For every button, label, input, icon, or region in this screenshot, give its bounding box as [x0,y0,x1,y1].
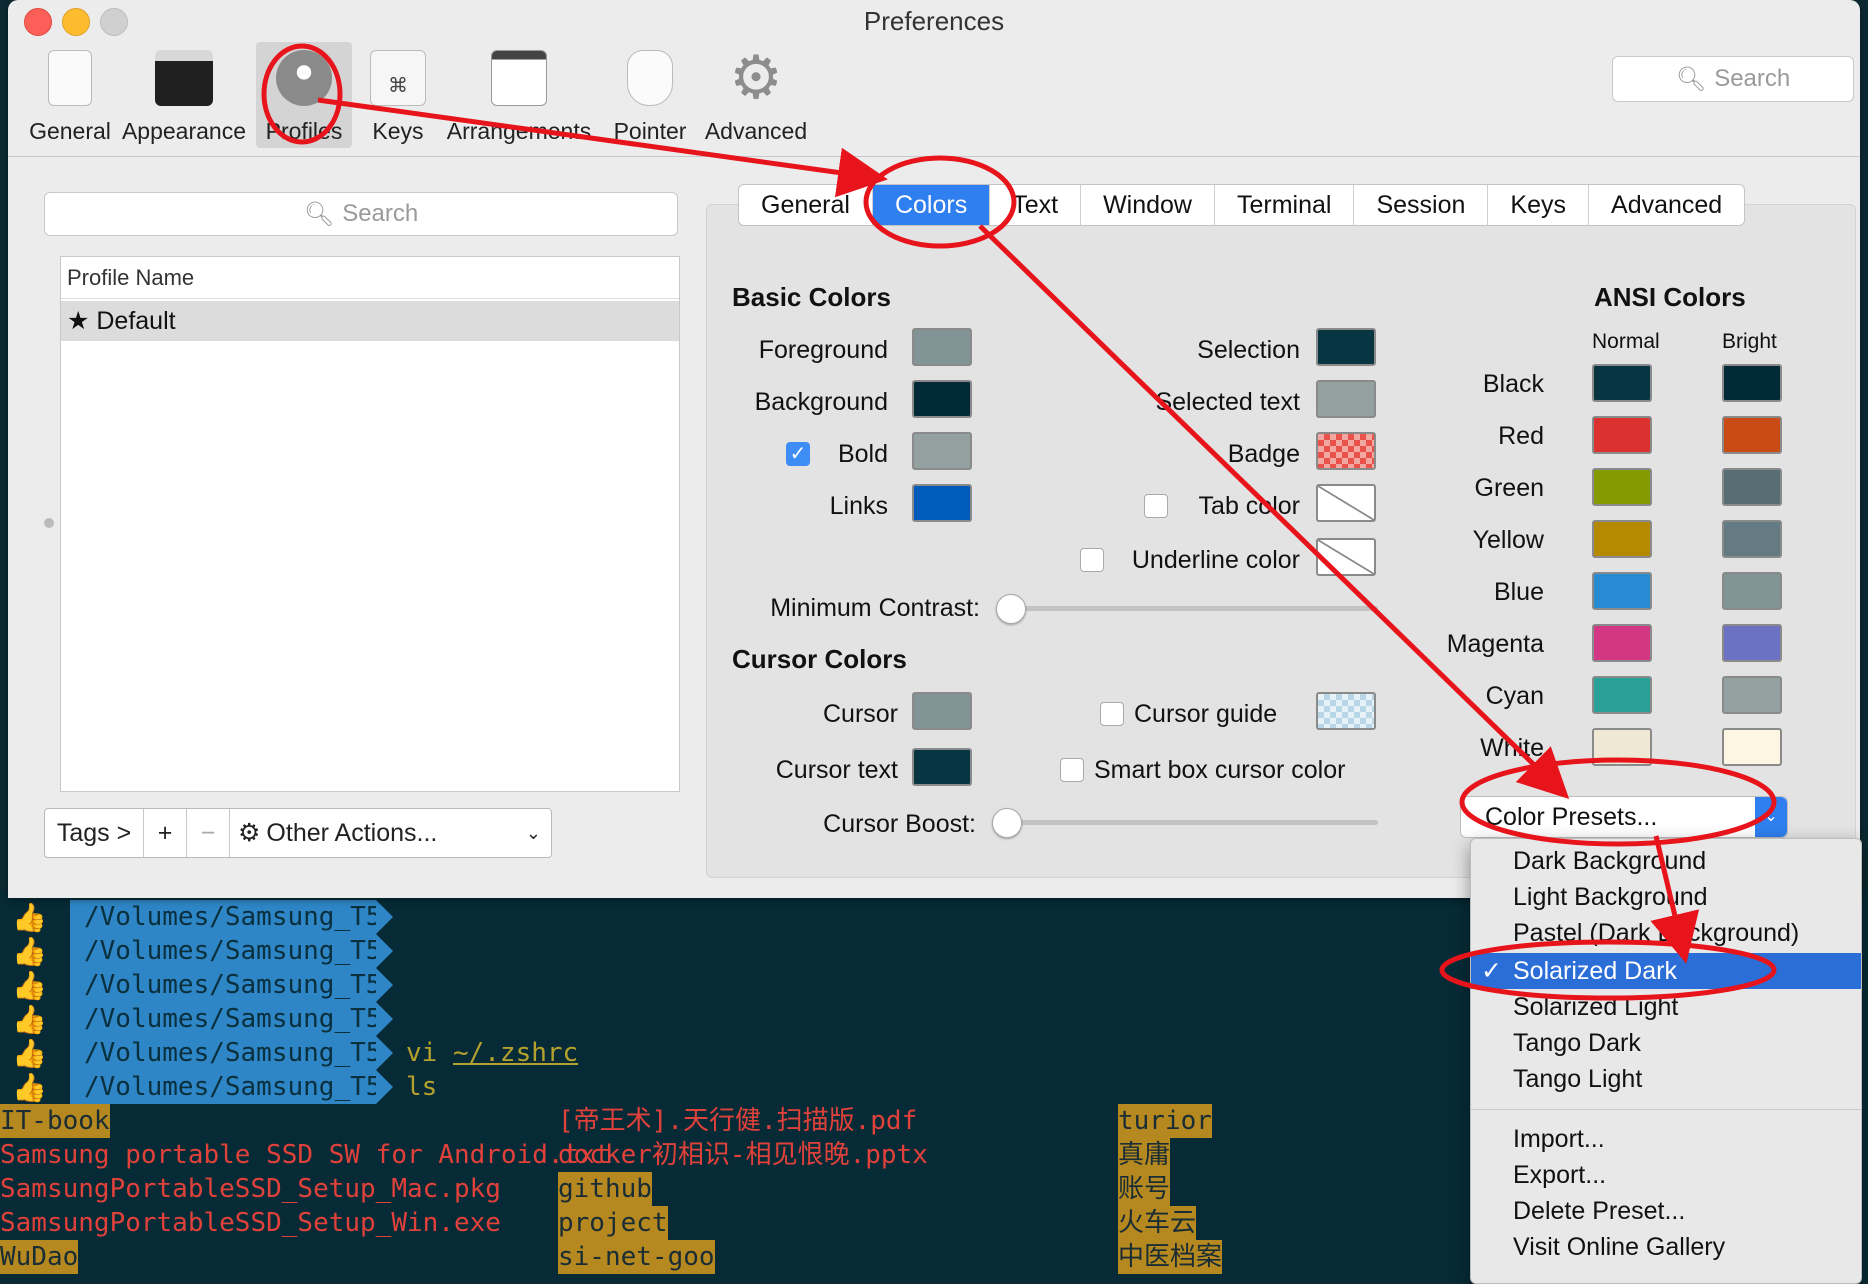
annotation-circle-solarized-dark [1439,939,1777,1001]
annotation-circle-profiles [261,43,343,145]
annotation-overlay [261,43,1777,1001]
annotation-arrow-to-presets [978,224,1570,799]
annotation-arrow-to-solarized [1650,835,1700,964]
annotation-circle-colors-tab [863,155,1017,249]
annotation-circle-presets [1459,757,1777,847]
annotation-arrow-to-colors [317,97,888,198]
